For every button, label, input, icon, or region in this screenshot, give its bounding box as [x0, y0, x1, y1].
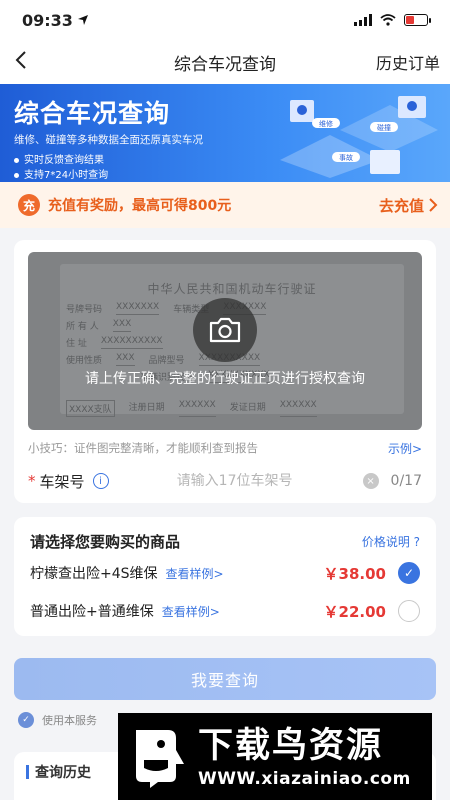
view-sample-link[interactable]: 查看样例> — [166, 565, 224, 582]
vin-row: *车架号 i × 0/17 — [28, 469, 422, 493]
camera-button[interactable] — [193, 298, 257, 362]
status-time: 09:33 — [22, 11, 89, 30]
nav-bar: 综合车况查询 历史订单 — [0, 40, 450, 84]
status-bar: 09:33 — [0, 0, 450, 40]
price-note-link[interactable]: 价格说明 ? — [362, 533, 420, 550]
license-heading: 中华人民共和国机动车行驶证 — [147, 282, 317, 296]
checkmark-icon[interactable]: ✓ — [398, 562, 420, 584]
back-button[interactable] — [14, 48, 44, 76]
info-icon[interactable]: i — [92, 473, 109, 489]
recharge-promo[interactable]: 充 充值有奖励，最高可得800元 去充值 — [0, 182, 450, 228]
license-upload-area[interactable]: 中华人民共和国机动车行驶证 号牌号码XXXXXXX 车辆类型XXXXXXX 所 … — [28, 252, 422, 430]
recharge-badge-icon: 充 — [18, 194, 40, 216]
hero-banner: 综合车况查询 维修、碰撞等多种数据全面还原真实车况 实时反馈查询结果 支持7*2… — [0, 84, 450, 182]
battery-icon — [404, 14, 431, 26]
vin-input[interactable] — [176, 473, 351, 489]
product-name: 柠檬查出险+4S维保 — [30, 566, 158, 582]
example-link[interactable]: 示例> — [388, 440, 422, 457]
watermark-overlay: 下载鸟资源 WWW.xiazainiao.com — [118, 713, 432, 800]
camera-icon — [209, 317, 241, 343]
recharge-button[interactable]: 去充值 — [379, 195, 438, 216]
clear-icon[interactable]: × — [362, 473, 379, 489]
wifi-icon — [380, 14, 396, 26]
bird-logo-icon — [136, 729, 184, 788]
tag-repair: 维修 — [319, 119, 333, 128]
view-sample-link[interactable]: 查看样例> — [162, 603, 220, 620]
watermark-brand: 下载鸟资源 — [198, 725, 384, 766]
tag-accident: 事故 — [339, 153, 353, 162]
time-text: 09:33 — [22, 10, 73, 30]
product-option[interactable]: 普通出险+普通维保 查看样例> ￥22.00 — [30, 594, 420, 628]
vin-label: * 车架号 i — [28, 471, 177, 492]
location-arrow-icon — [77, 15, 88, 25]
product-price: ￥22.00 — [323, 602, 386, 621]
history-orders-link[interactable]: 历史订单 — [376, 50, 440, 74]
upload-hint: 请上传正确、完整的行驶证正页进行授权查询 — [85, 371, 365, 387]
tip-row: 小技巧：证件图完整清晰，才能顺利查到报告 示例> — [28, 440, 422, 457]
radio-empty-icon[interactable] — [398, 600, 420, 622]
products-title: 请选择您要购买的商品 — [30, 533, 181, 551]
chevron-left-icon — [15, 51, 26, 69]
vin-char-count: 0/17 — [390, 473, 422, 489]
tag-collision: 碰撞 — [377, 123, 391, 132]
agree-checkbox-icon[interactable]: ✓ — [18, 712, 34, 728]
license-upload-card: 中华人民共和国机动车行驶证 号牌号码XXXXXXX 车辆类型XXXXXXX 所 … — [14, 240, 436, 503]
tip-text: 小技巧：证件图完整清晰，才能顺利查到报告 — [28, 441, 258, 455]
product-option[interactable]: 柠檬查出险+4S维保 查看样例> ￥38.00 ✓ — [30, 556, 420, 590]
license-row: 所 有 人 XXX — [66, 319, 132, 332]
status-icons — [354, 14, 431, 26]
agreement-text: 使用本服务 — [42, 714, 97, 727]
car-inspection-illustration: 维修 碰撞 事故 — [280, 96, 438, 178]
license-row: 住 址 XXXXXXXXXX — [66, 336, 163, 349]
watermark-url: WWW.xiazainiao.com — [198, 768, 411, 789]
chevron-right-icon — [429, 198, 438, 212]
product-name: 普通出险+普通维保 — [30, 604, 154, 620]
product-price: ￥38.00 — [323, 564, 386, 583]
products-header: 请选择您要购买的商品 价格说明 ? — [30, 531, 420, 552]
promo-text: 充值有奖励，最高可得800元 — [48, 198, 232, 214]
license-row: XXXX支队 注册日期 XXXXXX 发证日期 XXXXXX — [66, 400, 317, 417]
signal-icon — [354, 14, 372, 26]
query-button[interactable]: 我要查询 — [14, 658, 436, 700]
products-card: 请选择您要购买的商品 价格说明 ? 柠檬查出险+4S维保 查看样例> ￥38.0… — [14, 517, 436, 636]
